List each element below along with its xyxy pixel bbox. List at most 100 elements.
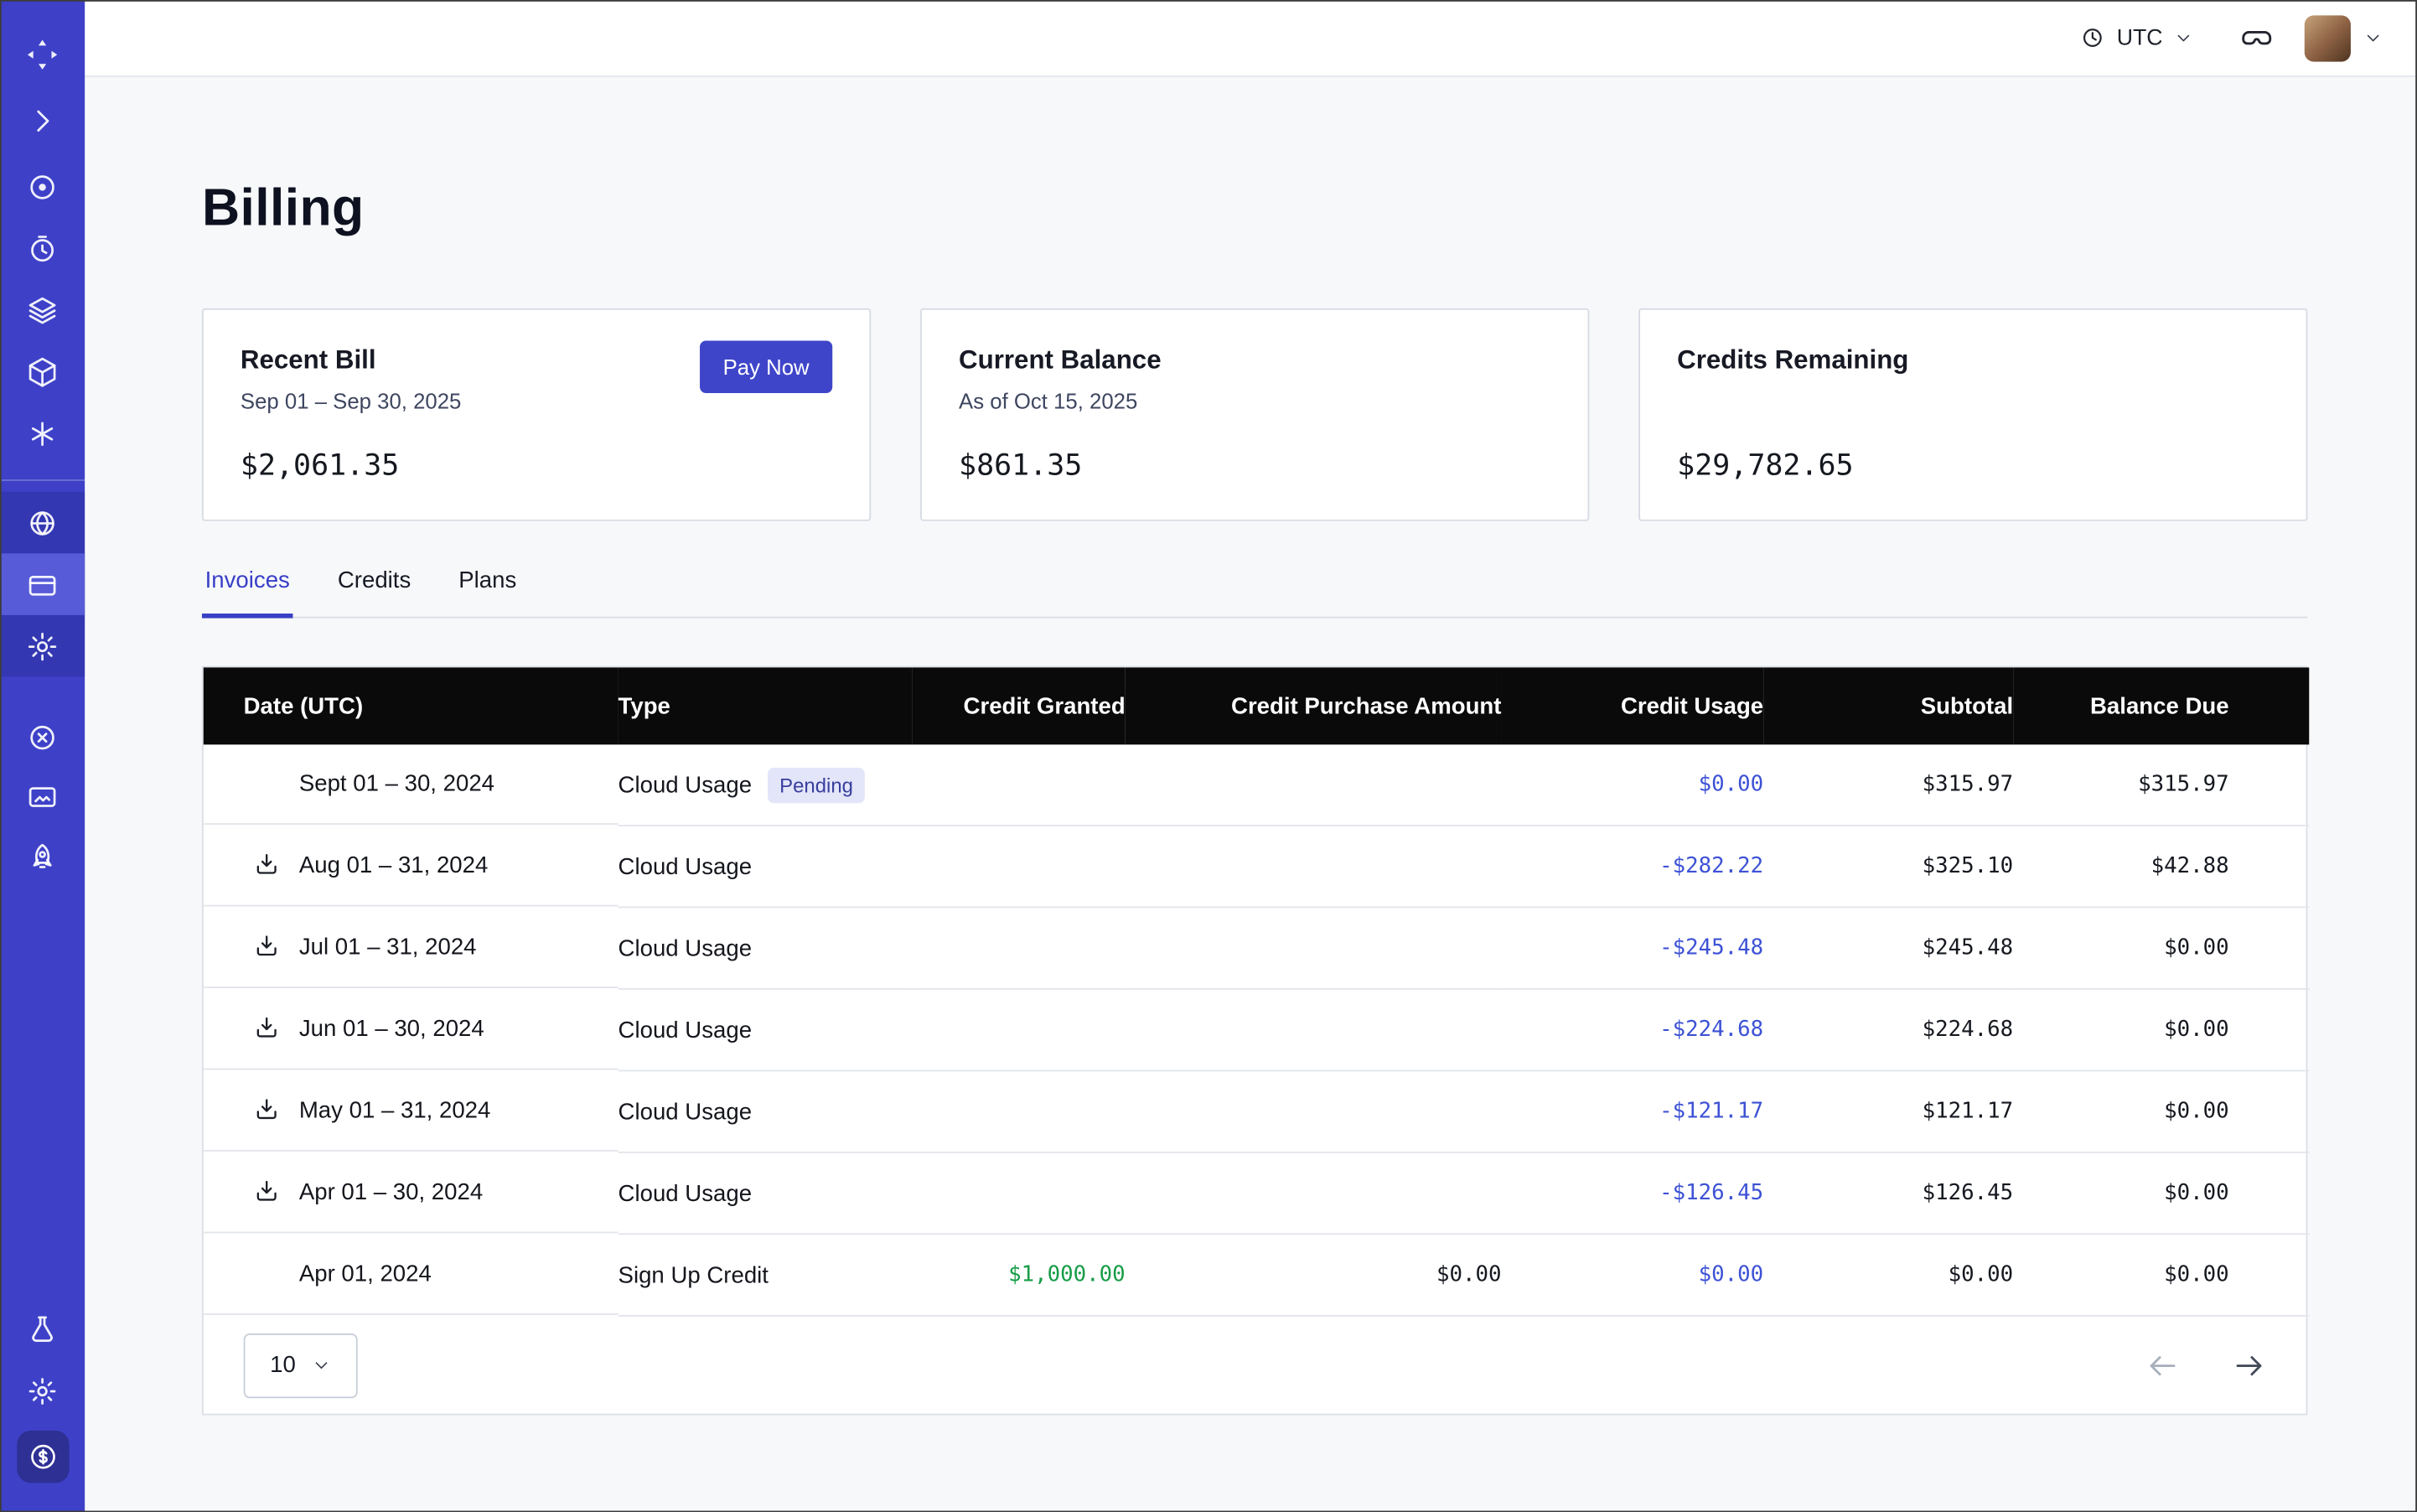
download-icon <box>253 1014 281 1042</box>
billing-tabs: Invoices Credits Plans <box>202 558 2307 619</box>
credit-purchase-value <box>1126 744 1502 826</box>
subtotal-value: $0.00 <box>1763 1234 2013 1315</box>
gear-icon <box>26 629 59 662</box>
invoice-date: Aug 01 – 31, 2024 <box>299 852 489 878</box>
credit-usage-value: -$224.68 <box>1501 989 1763 1070</box>
app-window: UTC Billing Recent Bill Sep 01 – Sep 30,… <box>0 0 2417 1512</box>
subtotal-value: $245.48 <box>1763 907 2013 988</box>
chevron-down-icon <box>2173 28 2193 48</box>
next-page-button[interactable] <box>2232 1348 2265 1381</box>
page-title: Billing <box>202 173 2307 244</box>
sidebar-item-credits[interactable] <box>16 1431 69 1484</box>
circle-x-icon <box>26 721 59 753</box>
download-invoice-button[interactable] <box>253 1178 281 1205</box>
glasses-icon <box>2240 21 2274 54</box>
timezone-selector[interactable]: UTC <box>2080 24 2194 50</box>
previous-page-button[interactable] <box>2145 1348 2179 1381</box>
arrow-right-icon <box>2232 1348 2265 1381</box>
table-row: May 01 – 31, 2024 Cloud Usage -$121.17 $… <box>204 1070 2309 1152</box>
credit-usage-value: -$126.45 <box>1501 1152 1763 1234</box>
balance-due-value: $0.00 <box>2013 907 2309 988</box>
download-icon <box>253 1096 281 1124</box>
credit-purchase-value <box>1126 907 1502 988</box>
dollar-coin-icon <box>27 1442 58 1473</box>
balance-due-value: $315.97 <box>2013 744 2309 826</box>
tab-invoices[interactable]: Invoices <box>202 558 293 617</box>
credit-purchase-value <box>1126 989 1502 1070</box>
balance-due-value: $42.88 <box>2013 826 2309 907</box>
subtotal-value: $325.10 <box>1763 826 2013 907</box>
sidebar-item-layers[interactable] <box>0 288 85 332</box>
table-row: Sept 01 – 30, 2024 Cloud UsagePending $0… <box>204 744 2309 826</box>
monitor-icon <box>26 781 59 814</box>
invoice-type: Cloud Usage <box>618 1017 753 1043</box>
balance-due-value: $0.00 <box>2013 1070 2309 1152</box>
credit-granted-value: $1,000.00 <box>913 1234 1126 1315</box>
credit-granted-value <box>913 1070 1126 1152</box>
card-amount: $29,782.65 <box>1677 448 2269 482</box>
download-invoice-button[interactable] <box>253 851 281 878</box>
tab-plans[interactable]: Plans <box>456 558 520 617</box>
sidebar-item-settings[interactable] <box>0 615 85 677</box>
chevron-down-icon <box>311 1355 331 1375</box>
sidebar-item-asterisk[interactable] <box>0 412 85 455</box>
download-invoice-button[interactable] <box>253 1096 281 1124</box>
account-menu[interactable] <box>2305 14 2383 60</box>
sidebar-item-circle-x[interactable] <box>0 715 85 759</box>
invoice-type: Cloud Usage <box>618 853 753 879</box>
invoice-type: Cloud Usage <box>618 772 753 798</box>
sidebar-item-monitor[interactable] <box>0 775 85 819</box>
compass-logo-icon <box>24 36 60 71</box>
sidebar-group <box>0 492 85 677</box>
sun-icon <box>26 1375 59 1407</box>
credit-purchase-value <box>1126 826 1502 907</box>
download-icon <box>253 933 281 961</box>
invoices-table: Date (UTC) Type Credit Granted Credit Pu… <box>202 666 2307 1416</box>
flask-icon <box>26 1313 59 1345</box>
asterisk-icon <box>26 417 59 450</box>
invoice-type: Cloud Usage <box>618 1180 753 1206</box>
subtotal-value: $121.17 <box>1763 1070 2013 1152</box>
column-header-subtotal: Subtotal <box>1763 667 2013 744</box>
column-header-credit-granted: Credit Granted <box>913 667 1126 744</box>
credit-granted-value <box>913 989 1126 1070</box>
sidebar-item-cube[interactable] <box>0 350 85 394</box>
download-invoice-button[interactable] <box>253 1014 281 1042</box>
column-header-balance-due: Balance Due <box>2013 667 2309 744</box>
credit-usage-value: -$245.48 <box>1501 907 1763 988</box>
sidebar-item-target[interactable] <box>0 165 85 209</box>
card-title: Credits Remaining <box>1677 344 2269 377</box>
sidebar-divider <box>0 479 85 481</box>
table-row: Jun 01 – 30, 2024 Cloud Usage -$224.68 $… <box>204 989 2309 1070</box>
page-size-select[interactable]: 10 <box>244 1333 358 1397</box>
pagination-controls <box>2145 1348 2265 1381</box>
credit-granted-value <box>913 744 1126 826</box>
invoice-date: Apr 01 – 30, 2024 <box>299 1178 483 1204</box>
table-header: Date (UTC) Type Credit Granted Credit Pu… <box>204 667 2309 744</box>
download-icon <box>253 1178 281 1205</box>
invoice-date: Sept 01 – 30, 2024 <box>299 771 494 797</box>
download-invoice-button[interactable] <box>253 933 281 961</box>
pay-now-button[interactable]: Pay Now <box>700 340 832 393</box>
credit-purchase-value <box>1126 1152 1502 1234</box>
glasses-button[interactable] <box>2240 21 2274 54</box>
invoice-date: May 01 – 31, 2024 <box>299 1097 491 1123</box>
sidebar-item-billing[interactable] <box>0 553 85 615</box>
arrow-left-icon <box>2145 1348 2179 1381</box>
credit-usage-value: -$121.17 <box>1501 1070 1763 1152</box>
tab-credits[interactable]: Credits <box>334 558 414 617</box>
page-size-value: 10 <box>270 1352 296 1378</box>
sidebar-item-timer[interactable] <box>0 226 85 270</box>
sidebar-item-flask[interactable] <box>0 1307 85 1351</box>
sidebar-item-sun[interactable] <box>0 1369 85 1412</box>
logo-icon[interactable] <box>0 31 85 77</box>
summary-cards: Recent Bill Sep 01 – Sep 30, 2025 $2,061… <box>202 308 2307 521</box>
current-balance-card: Current Balance As of Oct 15, 2025 $861.… <box>920 308 1589 521</box>
invoice-date: Apr 01, 2024 <box>299 1261 432 1287</box>
table-footer: 10 <box>204 1317 2306 1414</box>
timer-icon <box>26 232 59 265</box>
sidebar-item-globe[interactable] <box>0 492 85 554</box>
subtotal-value: $126.45 <box>1763 1152 2013 1234</box>
sidebar-item-rocket[interactable] <box>0 836 85 879</box>
sidebar-expand-button[interactable] <box>0 99 85 142</box>
